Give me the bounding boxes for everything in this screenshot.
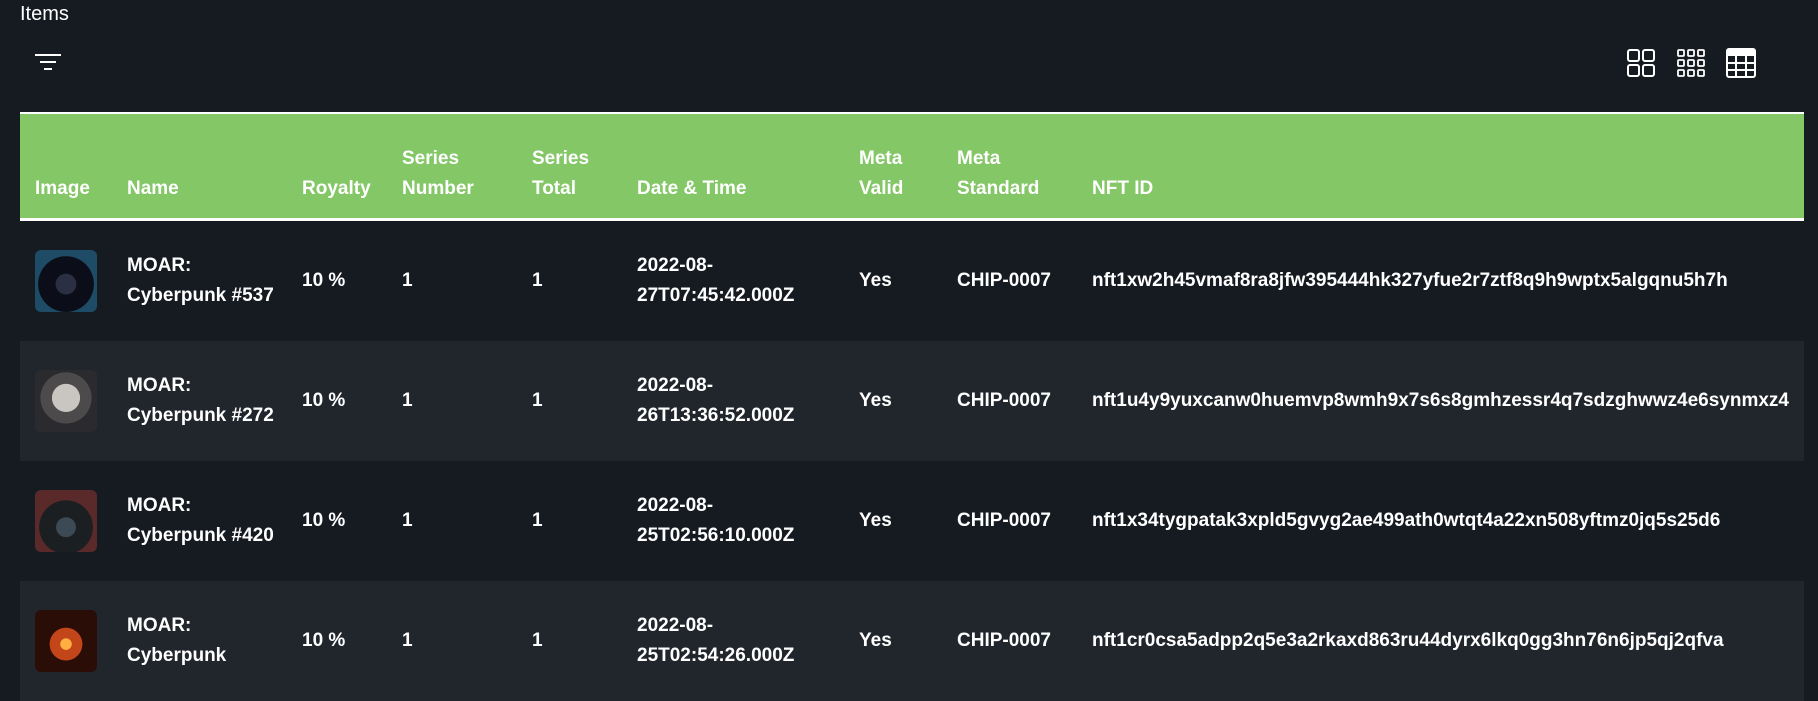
- name-cell: MOAR: Cyberpunk #272: [127, 375, 274, 426]
- page-title: Items: [20, 3, 69, 25]
- meta-standard-cell: CHIP-0007: [957, 630, 1051, 651]
- filter-button[interactable]: [30, 46, 66, 78]
- toolbar: [0, 40, 1818, 86]
- image-cell: [20, 581, 112, 701]
- grid-small-view-button[interactable]: [1671, 44, 1711, 82]
- series-total-cell: 1: [532, 270, 543, 291]
- datetime-cell: 2022-08-25T02:56:10.000Z: [637, 495, 795, 546]
- table-row[interactable]: MOAR: Cyberpunk #272 10 % 1 1 2022-08-26…: [20, 341, 1804, 461]
- column-header-royalty[interactable]: Royalty: [287, 113, 387, 220]
- meta-standard-cell: CHIP-0007: [957, 270, 1051, 291]
- royalty-cell: 10 %: [302, 390, 346, 411]
- grid-small-icon: [1677, 49, 1705, 77]
- series-total-cell: 1: [532, 630, 543, 651]
- nft-id-cell: nft1xw2h45vmaf8ra8jfw395444hk327yfue2r7z…: [1092, 270, 1728, 291]
- meta-standard-cell: CHIP-0007: [957, 510, 1051, 531]
- name-cell: MOAR: Cyberpunk #420: [127, 495, 274, 546]
- column-header-nft-id[interactable]: NFT ID: [1077, 113, 1804, 220]
- datetime-cell: 2022-08-25T02:54:26.000Z: [637, 615, 795, 666]
- column-header-series-number[interactable]: Series Number: [387, 113, 517, 220]
- nft-id-cell: nft1x34tygpatak3xpld5gvyg2ae499ath0wtqt4…: [1092, 510, 1721, 531]
- series-number-cell: 1: [402, 270, 413, 291]
- royalty-cell: 10 %: [302, 510, 346, 531]
- royalty-cell: 10 %: [302, 630, 346, 651]
- meta-valid-cell: Yes: [859, 510, 892, 531]
- name-cell: MOAR: Cyberpunk: [127, 615, 227, 666]
- series-number-cell: 1: [402, 390, 413, 411]
- items-table-container: Image Name Royalty Series Number Series …: [20, 112, 1804, 701]
- image-cell: [20, 461, 112, 581]
- table-row[interactable]: MOAR: Cyberpunk #537 10 % 1 1 2022-08-27…: [20, 219, 1804, 342]
- column-header-meta-standard[interactable]: Meta Standard: [942, 113, 1077, 220]
- table-header-row: Image Name Royalty Series Number Series …: [20, 113, 1804, 220]
- grid-large-view-button[interactable]: [1621, 44, 1661, 82]
- datetime-cell: 2022-08-27T07:45:42.000Z: [637, 255, 795, 306]
- meta-standard-cell: CHIP-0007: [957, 390, 1051, 411]
- table-icon: [1726, 48, 1756, 78]
- image-cell: [20, 220, 112, 342]
- items-table: Image Name Royalty Series Number Series …: [20, 112, 1804, 701]
- column-header-image[interactable]: Image: [20, 113, 112, 220]
- series-total-cell: 1: [532, 390, 543, 411]
- image-cell: [20, 341, 112, 461]
- grid-large-icon: [1627, 49, 1655, 77]
- nft-id-cell: nft1cr0csa5adpp2q5e3a2rkaxd863ru44dyrx6l…: [1092, 630, 1724, 651]
- column-header-meta-valid[interactable]: Meta Valid: [844, 113, 942, 220]
- nft-thumbnail[interactable]: [35, 370, 97, 432]
- series-number-cell: 1: [402, 510, 413, 531]
- nft-id-cell: nft1u4y9yuxcanw0huemvp8wmh9x7s6s8gmhzess…: [1092, 390, 1789, 411]
- column-header-name[interactable]: Name: [112, 113, 287, 220]
- series-number-cell: 1: [402, 630, 413, 651]
- royalty-cell: 10 %: [302, 270, 346, 291]
- meta-valid-cell: Yes: [859, 270, 892, 291]
- column-header-date-time[interactable]: Date & Time: [622, 113, 844, 220]
- nft-thumbnail[interactable]: [35, 610, 97, 672]
- table-row[interactable]: MOAR: Cyberpunk 10 % 1 1 2022-08-25T02:5…: [20, 581, 1804, 701]
- filter-icon: [35, 54, 61, 70]
- series-total-cell: 1: [532, 510, 543, 531]
- meta-valid-cell: Yes: [859, 630, 892, 651]
- meta-valid-cell: Yes: [859, 390, 892, 411]
- table-view-button[interactable]: [1721, 44, 1761, 82]
- datetime-cell: 2022-08-26T13:36:52.000Z: [637, 375, 795, 426]
- column-header-series-total[interactable]: Series Total: [517, 113, 622, 220]
- table-row[interactable]: MOAR: Cyberpunk #420 10 % 1 1 2022-08-25…: [20, 461, 1804, 581]
- nft-thumbnail[interactable]: [35, 250, 97, 312]
- name-cell: MOAR: Cyberpunk #537: [127, 255, 274, 306]
- nft-thumbnail[interactable]: [35, 490, 97, 552]
